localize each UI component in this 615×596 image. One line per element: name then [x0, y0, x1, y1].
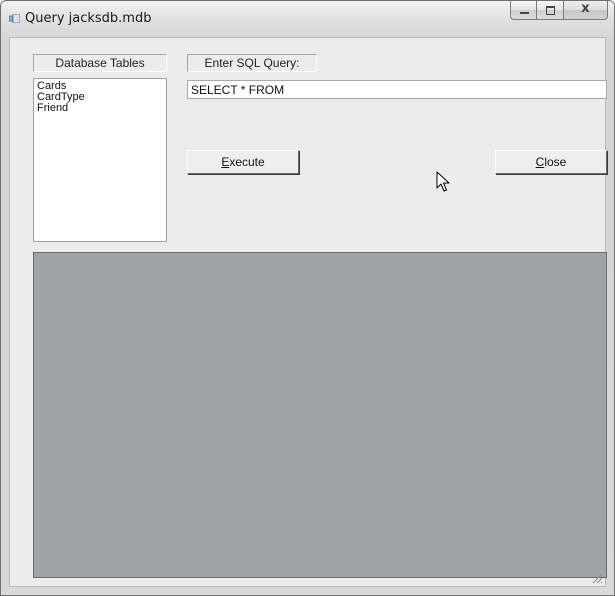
maximize-icon[interactable]	[537, 1, 564, 20]
list-item[interactable]: Friend	[37, 103, 163, 114]
size-grip-icon[interactable]	[591, 572, 603, 584]
database-tables-label: Database Tables	[33, 54, 167, 72]
close-icon[interactable]	[564, 1, 608, 20]
sql-query-input[interactable]	[187, 80, 607, 99]
execute-label: xecute	[229, 155, 265, 169]
execute-button[interactable]: Execute	[187, 150, 299, 174]
close-label: lose	[544, 155, 567, 169]
sql-query-label: Enter SQL Query:	[187, 54, 317, 72]
window-title: Query jacksdb.mdb	[25, 11, 152, 26]
minimize-icon[interactable]	[510, 1, 537, 20]
caption-buttons	[510, 1, 608, 20]
tables-listbox[interactable]: Cards CardType Friend	[33, 78, 167, 242]
app-window-icon	[9, 14, 20, 23]
query-window: Query jacksdb.mdb Database Tables Enter …	[0, 0, 615, 596]
title-bar[interactable]: Query jacksdb.mdb	[1, 1, 614, 37]
results-grid[interactable]	[33, 252, 607, 578]
close-button[interactable]: Close	[495, 150, 607, 174]
form-client-area: Database Tables Enter SQL Query: Cards C…	[9, 37, 607, 587]
mouse-pointer-icon	[436, 171, 450, 192]
